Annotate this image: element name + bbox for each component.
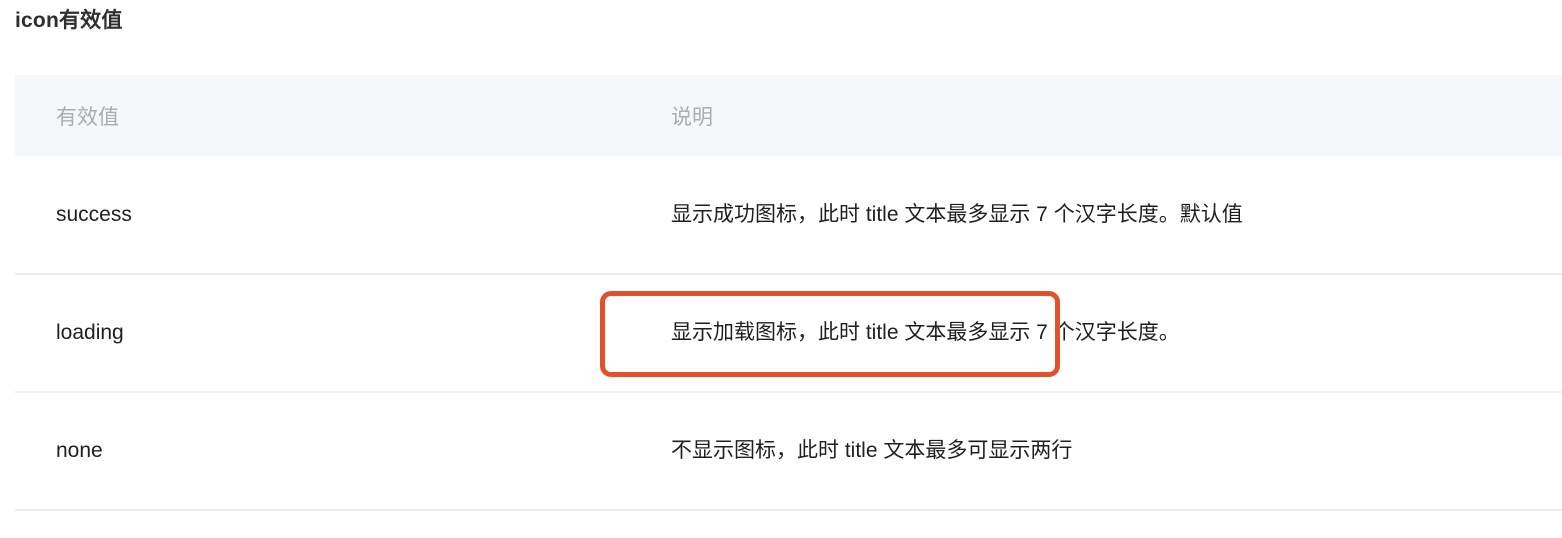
table-header: 有效值 说明 — [15, 75, 1562, 156]
cell-value-text: success — [56, 202, 132, 226]
cell-description: 显示加载图标，此时 title 文本最多显示 7 个汉字长度。 — [343, 274, 1562, 393]
cell-description-text: 不显示图标，此时 title 文本最多可显示两行 — [671, 439, 1073, 462]
icon-values-table-wrapper: 有效值 说明 success 显示成功图标，此时 title 文本最多显示 7 … — [15, 75, 1562, 511]
column-header-value: 有效值 — [15, 75, 343, 156]
column-header-description: 说明 — [343, 75, 1562, 156]
cell-value: loading — [15, 274, 343, 393]
page-root: icon有效值 有效值 说明 success 显示成功图标，此时 title 文… — [0, 0, 1562, 538]
cell-description-text: 显示成功图标，此时 title 文本最多显示 7 个汉字长度。默认值 — [671, 202, 1243, 226]
table-row: none 不显示图标，此时 title 文本最多可显示两行 — [15, 392, 1562, 511]
cell-value-text: loading — [56, 321, 124, 344]
table-header-row: 有效值 说明 — [15, 75, 1562, 156]
cell-value: none — [15, 392, 343, 511]
table-row: loading 显示加载图标，此时 title 文本最多显示 7 个汉字长度。 — [15, 274, 1562, 393]
table-row: success 显示成功图标，此时 title 文本最多显示 7 个汉字长度。默… — [15, 156, 1562, 275]
cell-value-text: none — [56, 439, 103, 462]
page-title: icon有效值 — [15, 9, 123, 32]
cell-value: success — [15, 156, 343, 275]
icon-values-table: 有效值 说明 success 显示成功图标，此时 title 文本最多显示 7 … — [15, 75, 1562, 511]
cell-description: 不显示图标，此时 title 文本最多可显示两行 — [343, 392, 1562, 511]
cell-description-text: 显示加载图标，此时 title 文本最多显示 7 个汉字长度。 — [671, 321, 1180, 344]
cell-description: 显示成功图标，此时 title 文本最多显示 7 个汉字长度。默认值 — [343, 156, 1562, 275]
table-body: success 显示成功图标，此时 title 文本最多显示 7 个汉字长度。默… — [15, 156, 1562, 511]
